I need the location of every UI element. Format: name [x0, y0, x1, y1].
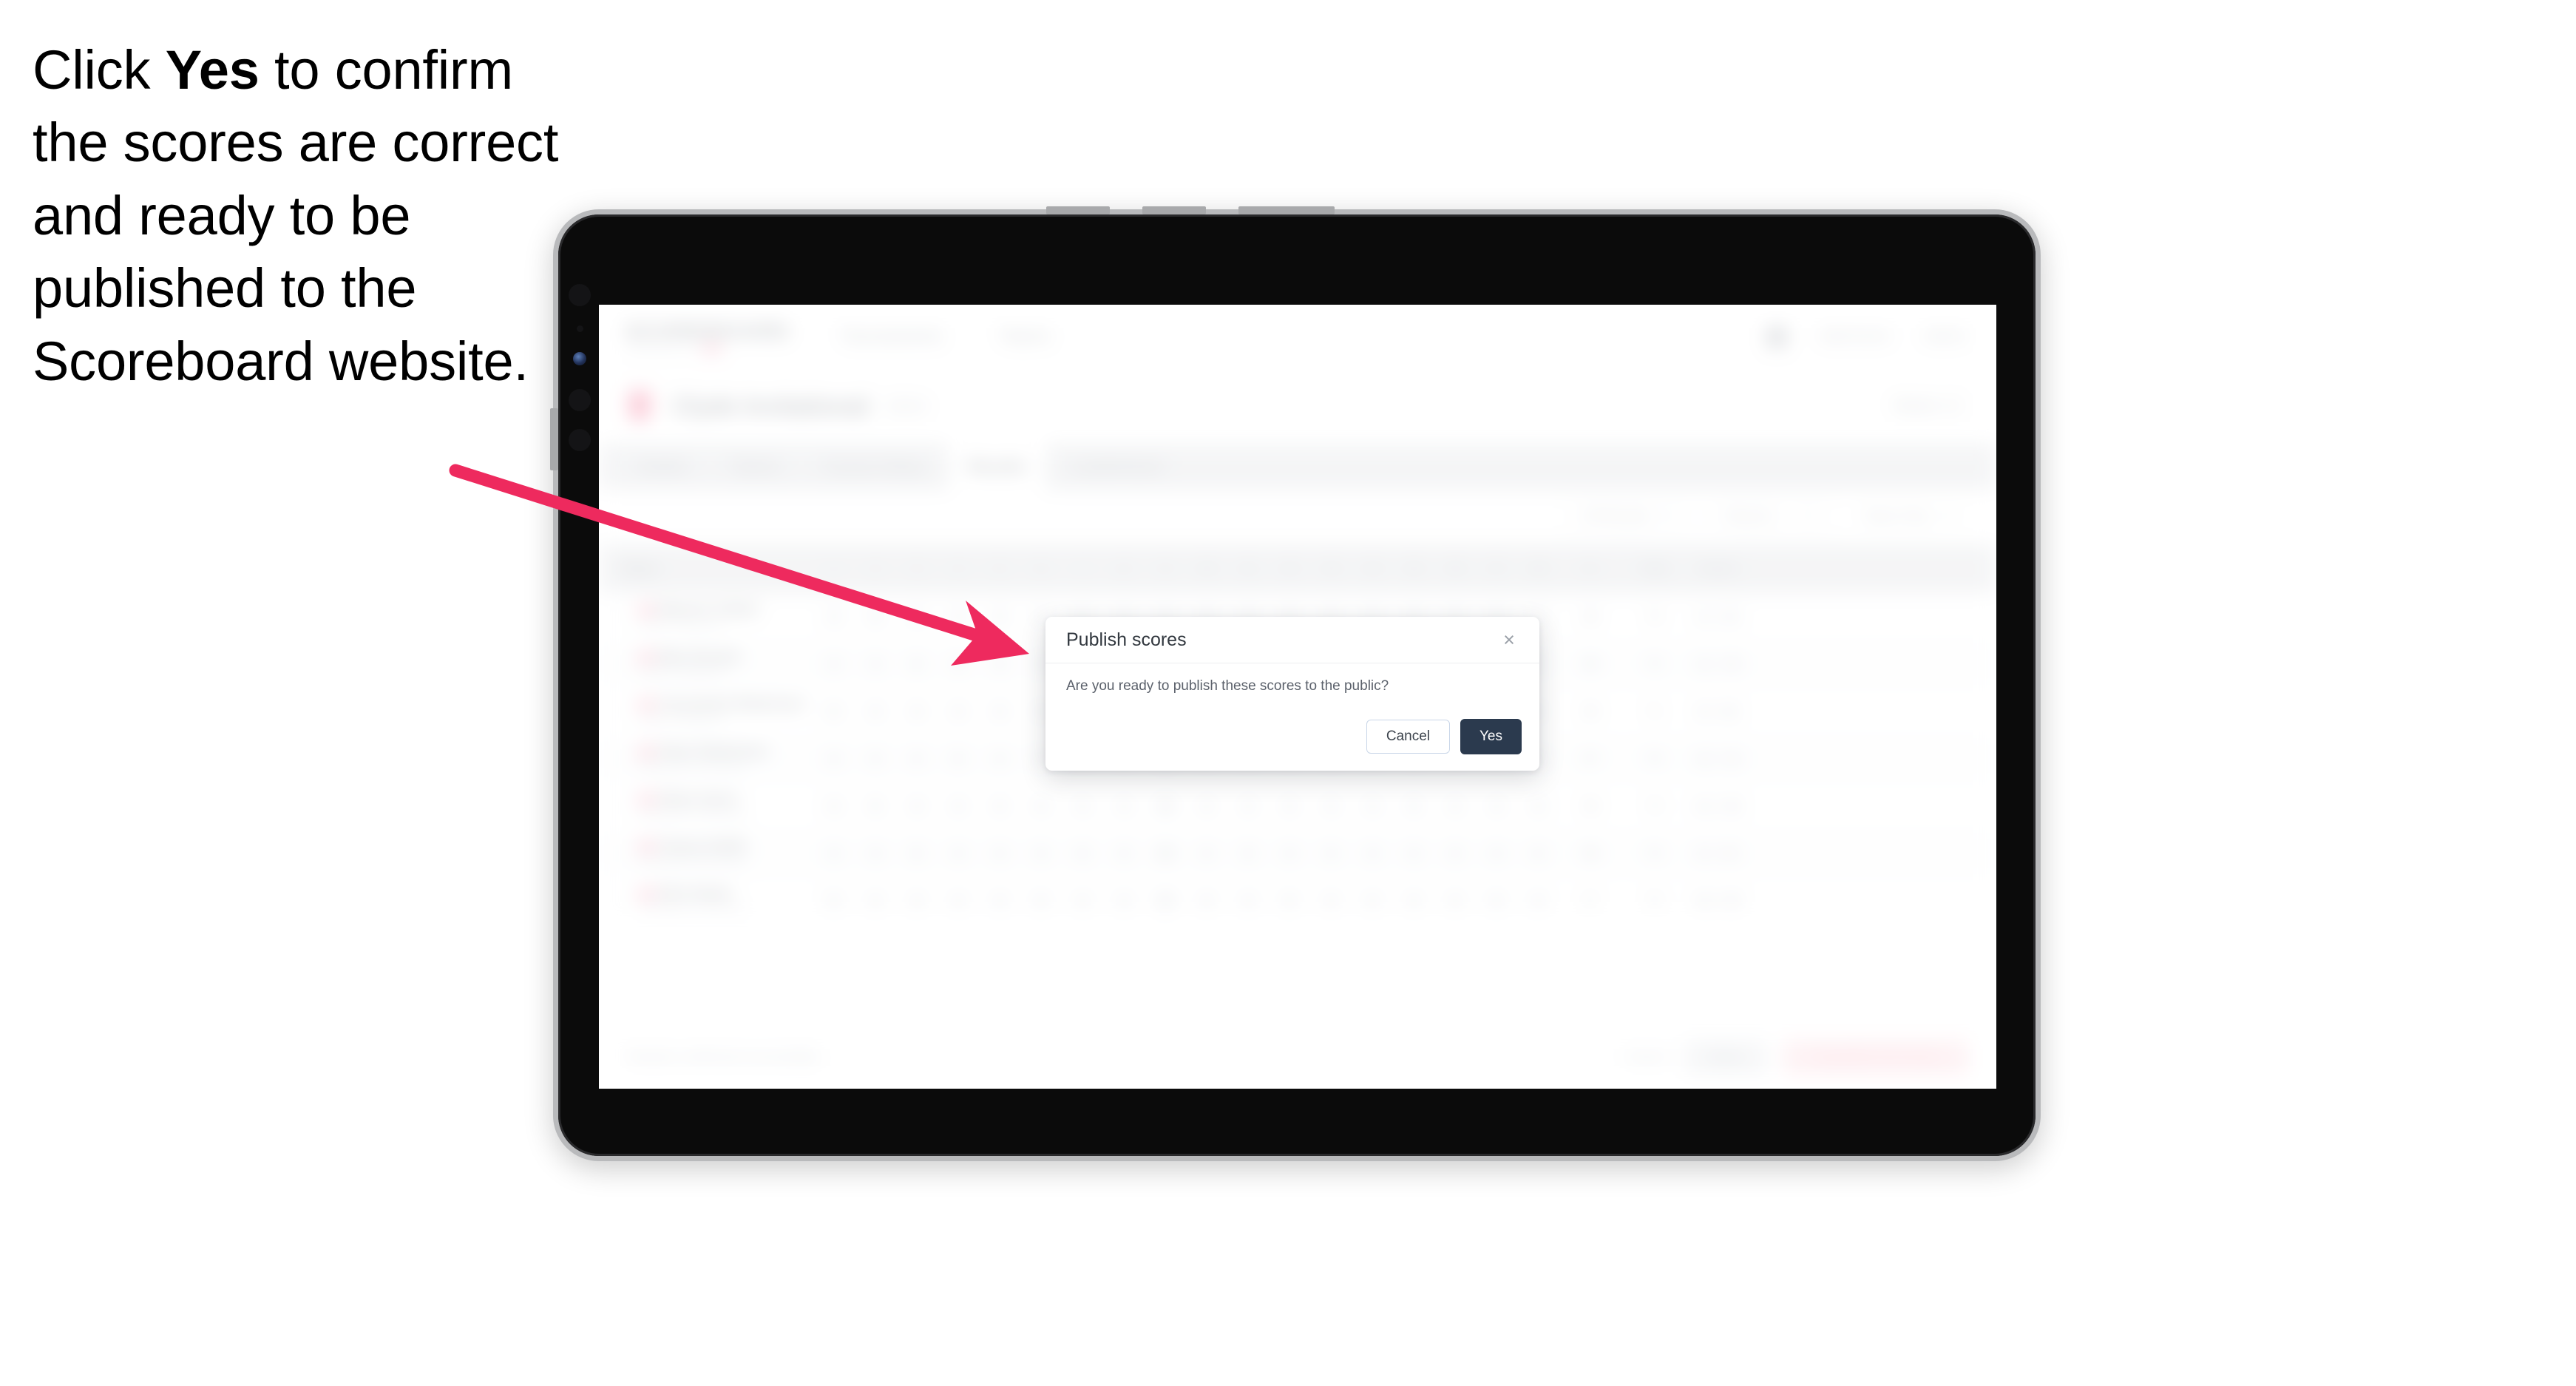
instruction-before: Click: [33, 39, 166, 101]
close-icon[interactable]: ×: [1498, 629, 1520, 651]
dialog-actions: Cancel Yes: [1366, 719, 1522, 754]
dialog-title: Publish scores: [1066, 629, 1187, 650]
side-button[interactable]: [550, 408, 558, 470]
dialog-header: Publish scores ×: [1045, 617, 1539, 663]
volume-up-button[interactable]: [1046, 206, 1110, 214]
microphone-icon: [569, 429, 591, 451]
publish-scores-dialog: Publish scores × Are you ready to publis…: [1045, 617, 1539, 771]
power-button[interactable]: [1238, 206, 1335, 214]
ambient-light-sensor-icon: [577, 325, 583, 332]
volume-down-button[interactable]: [1142, 206, 1206, 214]
camera-icon: [569, 284, 591, 306]
dialog-message: Are you ready to publish these scores to…: [1066, 678, 1389, 694]
instruction-text: Click Yes to confirm the scores are corr…: [33, 34, 594, 398]
proximity-sensor-icon: [569, 389, 591, 411]
cancel-button[interactable]: Cancel: [1366, 720, 1450, 754]
front-camera-lens-icon: [573, 352, 586, 365]
instruction-emphasis: Yes: [165, 39, 260, 101]
yes-button[interactable]: Yes: [1460, 719, 1522, 754]
